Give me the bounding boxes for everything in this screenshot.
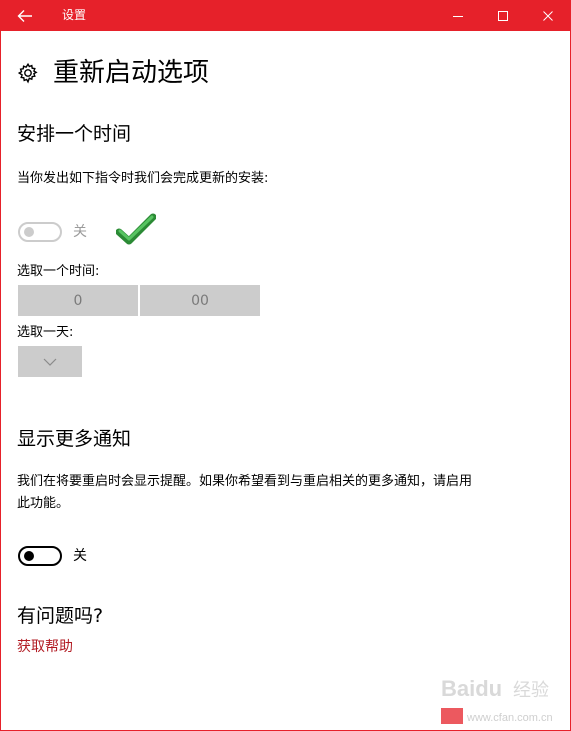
schedule-description: 当你发出如下指令时我们会完成更新的安装: <box>17 171 269 186</box>
page-title: 重新启动选项 <box>53 58 210 88</box>
notifications-toggle-state: 关 <box>73 548 87 564</box>
minute-picker[interactable]: 00 <box>140 285 260 316</box>
watermark-text: 经验 <box>513 680 549 701</box>
get-help-link[interactable]: 获取帮助 <box>17 637 73 657</box>
settings-window: 设置 重新启动选项 安排一个时间 当你发出如下指令时我们会完成更新的安装: 关 … <box>0 0 571 731</box>
toggle-knob <box>24 227 34 237</box>
title-bar: 设置 <box>1 0 571 31</box>
minimize-button[interactable] <box>435 0 481 31</box>
watermark-logo <box>441 708 463 724</box>
time-label: 选取一个时间: <box>17 264 100 279</box>
close-icon <box>543 10 553 21</box>
notifications-heading: 显示更多通知 <box>17 428 132 450</box>
watermark-site: www.cfan.com.cn <box>466 712 553 724</box>
hour-picker[interactable]: 0 <box>18 285 138 316</box>
watermark-brand: Baidu <box>441 676 502 701</box>
maximize-icon <box>498 10 508 21</box>
day-select[interactable] <box>18 346 82 377</box>
notifications-description-line1: 我们在将要重启时会显示提醒。如果你希望看到与重启相关的更多通知，请启用 <box>17 474 473 489</box>
day-label: 选取一天: <box>17 325 74 340</box>
back-button[interactable] <box>1 0 49 31</box>
arrow-left-icon <box>17 9 32 22</box>
chevron-down-icon <box>43 358 57 366</box>
schedule-heading: 安排一个时间 <box>17 123 132 145</box>
minimize-icon <box>453 15 463 17</box>
checkmark-icon <box>116 213 156 245</box>
schedule-toggle[interactable] <box>18 222 62 242</box>
maximize-button[interactable] <box>480 0 526 31</box>
help-heading: 有问题吗? <box>17 605 104 627</box>
page-header: 重新启动选项 <box>17 56 209 90</box>
gear-icon <box>17 62 38 84</box>
toggle-knob <box>24 551 34 561</box>
window-title: 设置 <box>62 8 87 22</box>
schedule-toggle-state: 关 <box>73 224 87 240</box>
notifications-toggle[interactable] <box>18 546 62 566</box>
notifications-description-line2: 此功能。 <box>17 496 70 511</box>
watermark: Baidu 经验 www.cfan.com.cn <box>441 676 553 724</box>
close-button[interactable] <box>525 0 571 31</box>
